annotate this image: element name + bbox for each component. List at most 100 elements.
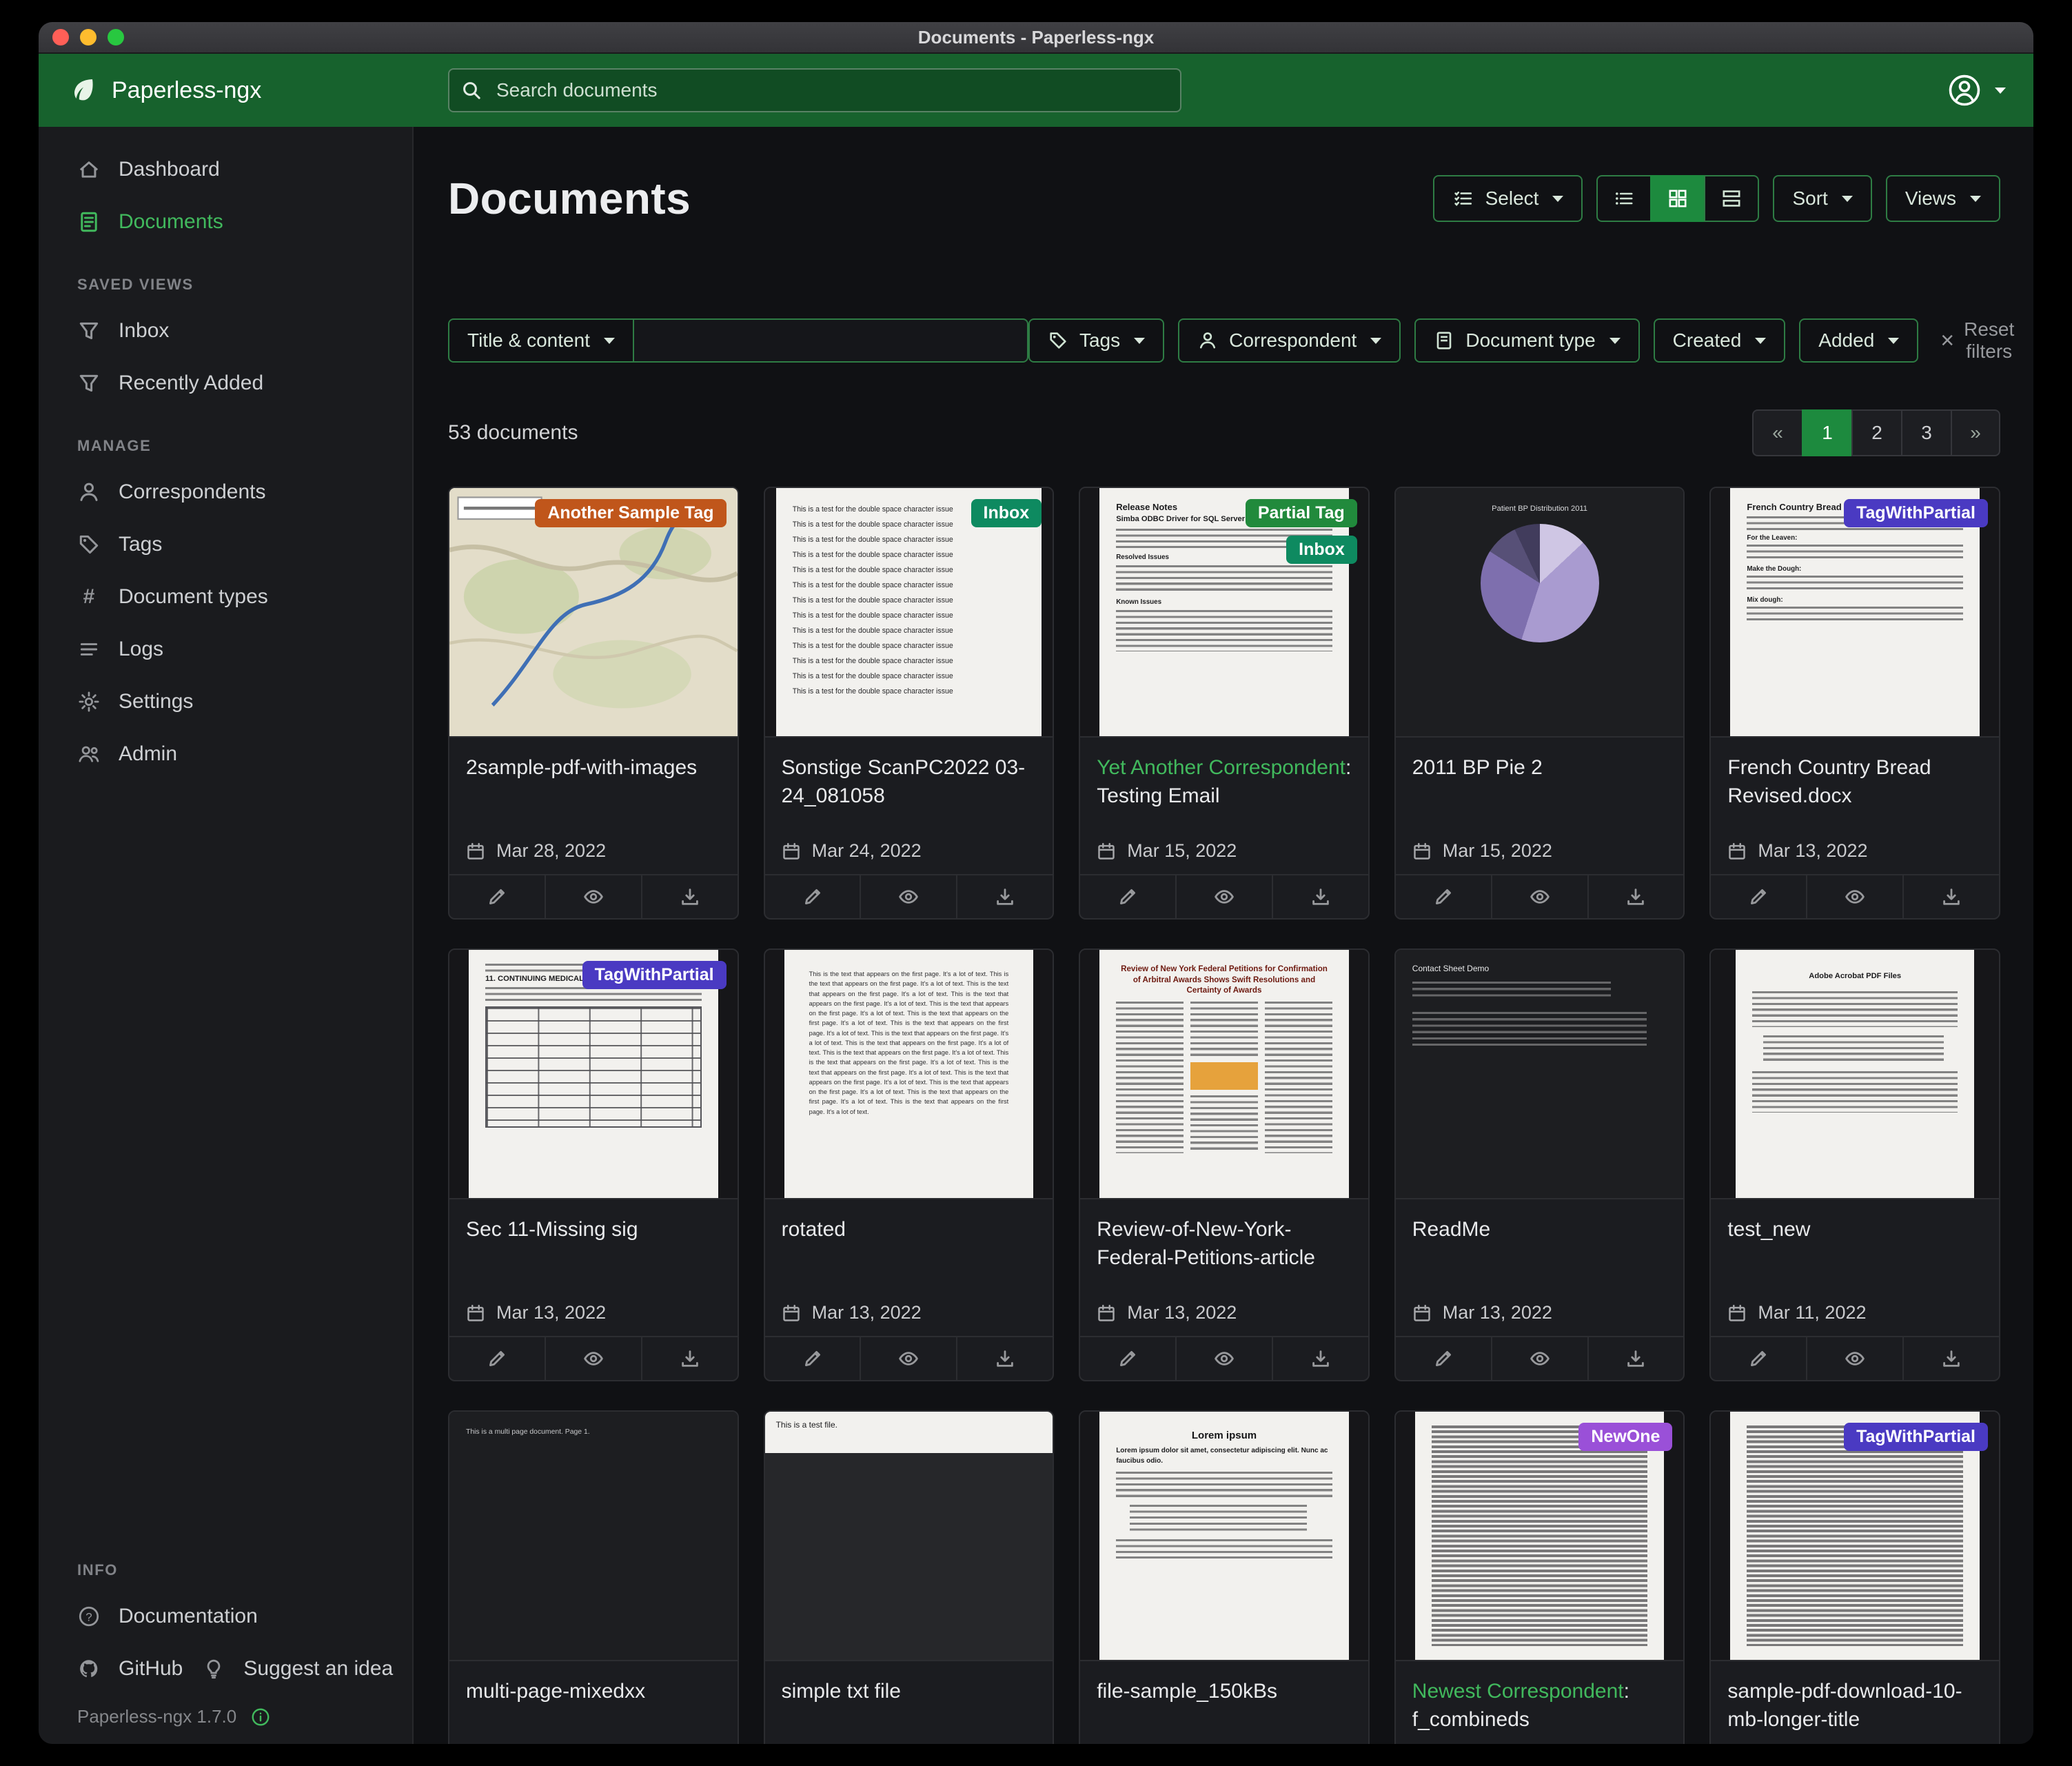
edit-button[interactable] [1711, 875, 1807, 918]
document-title[interactable]: ReadMe [1396, 1199, 1684, 1244]
document-card[interactable]: This is a test file.simple txt file [764, 1410, 1055, 1744]
tags-filter-button[interactable]: Tags [1028, 318, 1164, 363]
document-thumbnail[interactable]: This is a test file. [765, 1412, 1053, 1661]
download-button[interactable] [957, 1337, 1053, 1380]
pagination-next-button[interactable]: » [1951, 409, 2000, 456]
document-thumbnail[interactable]: This is the text that appears on the fir… [765, 950, 1053, 1199]
document-title[interactable]: simple txt file [765, 1661, 1053, 1706]
document-correspondent[interactable]: Newest Correspondent [1412, 1680, 1624, 1703]
document-thumbnail[interactable]: Contact Sheet Demo [1396, 950, 1684, 1199]
document-title[interactable]: Sec 11-Missing sig [449, 1199, 738, 1244]
sidebar-item-github[interactable]: GitHub [39, 1643, 183, 1695]
download-button[interactable] [1589, 1337, 1684, 1380]
sidebar-item-logs[interactable]: Logs [39, 623, 412, 676]
document-title[interactable]: 2011 BP Pie 2 [1396, 738, 1684, 782]
sidebar-item-documentation[interactable]: ? Documentation [39, 1590, 412, 1643]
download-button[interactable] [1273, 1337, 1368, 1380]
tag-badge[interactable]: NewOne [1578, 1423, 1672, 1451]
sidebar-item-tags[interactable]: Tags [39, 518, 412, 571]
edit-button[interactable] [1396, 875, 1492, 918]
title-content-filter-button[interactable]: Title & content [448, 318, 634, 363]
zoom-button[interactable] [108, 29, 124, 45]
pagination-page-button[interactable]: 1 [1802, 409, 1851, 456]
document-title[interactable]: sample-pdf-download-10-mb-longer-title [1711, 1661, 1999, 1734]
tag-badge[interactable]: Another Sample Tag [535, 499, 726, 527]
view-button[interactable] [1177, 1337, 1273, 1380]
download-button[interactable] [642, 875, 738, 918]
added-filter-button[interactable]: Added [1799, 318, 1918, 363]
edit-button[interactable] [1080, 875, 1177, 918]
brand[interactable]: Paperless-ngx [66, 74, 414, 107]
close-button[interactable] [52, 29, 69, 45]
document-title[interactable]: test_new [1711, 1199, 1999, 1244]
document-card[interactable]: Patient BP Distribution 20112011 BP Pie … [1394, 487, 1685, 920]
view-button[interactable] [1177, 875, 1273, 918]
document-thumbnail[interactable]: This is a test for the double space char… [765, 488, 1053, 738]
edit-button[interactable] [449, 875, 546, 918]
minimize-button[interactable] [80, 29, 97, 45]
download-button[interactable] [1589, 875, 1684, 918]
tag-badge[interactable]: TagWithPartial [582, 961, 727, 989]
sidebar-item-inbox[interactable]: Inbox [39, 305, 412, 357]
document-card[interactable]: Contact Sheet DemoReadMeMar 13, 2022 [1394, 948, 1685, 1381]
sidebar-item-document-types[interactable]: # Document types [39, 571, 412, 623]
document-thumbnail[interactable]: Patient BP Distribution 2011 [1396, 488, 1684, 738]
select-button[interactable]: Select [1433, 175, 1583, 222]
document-thumbnail[interactable]: French Country BreadFor the Leaven:Make … [1711, 488, 1999, 738]
download-button[interactable] [957, 875, 1053, 918]
correspondent-filter-button[interactable]: Correspondent [1178, 318, 1401, 363]
edit-button[interactable] [1080, 1337, 1177, 1380]
tag-badge[interactable]: Partial Tag [1246, 499, 1357, 527]
document-card[interactable]: Another Sample Tag2sample-pdf-with-image… [448, 487, 739, 920]
download-button[interactable] [1904, 1337, 1999, 1380]
document-card[interactable]: Review of New York Federal Petitions for… [1079, 948, 1370, 1381]
view-button[interactable] [1807, 875, 1904, 918]
document-card[interactable]: This is a multi page document. Page 1.mu… [448, 1410, 739, 1744]
document-title[interactable]: file-sample_150kBs [1080, 1661, 1368, 1706]
title-content-filter-input[interactable] [634, 318, 1028, 363]
pagination-page-button[interactable]: 2 [1851, 409, 1901, 456]
pagination-prev-button[interactable]: « [1752, 409, 1802, 456]
download-button[interactable] [1904, 875, 1999, 918]
document-card[interactable]: This is the text that appears on the fir… [764, 948, 1055, 1381]
document-thumbnail[interactable]: TagWithPartial [1711, 1412, 1999, 1661]
tag-badge[interactable]: Inbox [1286, 536, 1357, 564]
document-card[interactable]: Release NotesSimba ODBC Driver for SQL S… [1079, 487, 1370, 920]
document-card[interactable]: Adobe Acrobat PDF Filestest_newMar 11, 2… [1709, 948, 2000, 1381]
document-title[interactable]: multi-page-mixedxx [449, 1661, 738, 1706]
view-list-button[interactable] [1596, 175, 1650, 222]
document-card[interactable]: French Country BreadFor the Leaven:Make … [1709, 487, 2000, 920]
tag-badge[interactable]: TagWithPartial [1844, 499, 1988, 527]
views-button[interactable]: Views [1886, 175, 2000, 222]
document-card[interactable]: This is a test for the double space char… [764, 487, 1055, 920]
search-input[interactable] [448, 68, 1181, 112]
view-grid-button[interactable] [1650, 175, 1704, 222]
view-button[interactable] [1492, 1337, 1589, 1380]
user-menu[interactable] [1947, 72, 2006, 108]
document-card[interactable]: NewOneNewest Correspondent: f_combineds [1394, 1410, 1685, 1744]
document-thumbnail[interactable]: 11. CONTINUING MEDICAL EDUCATagWithParti… [449, 950, 738, 1199]
view-button[interactable] [546, 875, 642, 918]
document-card[interactable]: 11. CONTINUING MEDICAL EDUCATagWithParti… [448, 948, 739, 1381]
document-type-filter-button[interactable]: Document type [1414, 318, 1639, 363]
edit-button[interactable] [449, 1337, 546, 1380]
document-title[interactable]: Review-of-New-York-Federal-Petitions-art… [1080, 1199, 1368, 1272]
download-button[interactable] [1273, 875, 1368, 918]
document-thumbnail[interactable]: Lorem ipsumLorem ipsum dolor sit amet, c… [1080, 1412, 1368, 1661]
tag-badge[interactable]: Inbox [971, 499, 1042, 527]
document-title[interactable]: rotated [765, 1199, 1053, 1244]
view-button[interactable] [546, 1337, 642, 1380]
view-button[interactable] [1807, 1337, 1904, 1380]
view-button[interactable] [1492, 875, 1589, 918]
sidebar-item-dashboard[interactable]: Dashboard [39, 143, 412, 196]
document-thumbnail[interactable]: Review of New York Federal Petitions for… [1080, 950, 1368, 1199]
document-thumbnail[interactable]: This is a multi page document. Page 1. [449, 1412, 738, 1661]
document-thumbnail[interactable]: Release NotesSimba ODBC Driver for SQL S… [1080, 488, 1368, 738]
sidebar-item-suggest-idea[interactable]: Suggest an idea [183, 1643, 393, 1695]
created-filter-button[interactable]: Created [1654, 318, 1786, 363]
reset-filters-button[interactable]: × Reset filters [1932, 317, 2022, 364]
document-card[interactable]: TagWithPartialsample-pdf-download-10-mb-… [1709, 1410, 2000, 1744]
document-title[interactable]: French Country Bread Revised.docx [1711, 738, 1999, 810]
sidebar-item-recently-added[interactable]: Recently Added [39, 357, 412, 409]
document-card[interactable]: Lorem ipsumLorem ipsum dolor sit amet, c… [1079, 1410, 1370, 1744]
